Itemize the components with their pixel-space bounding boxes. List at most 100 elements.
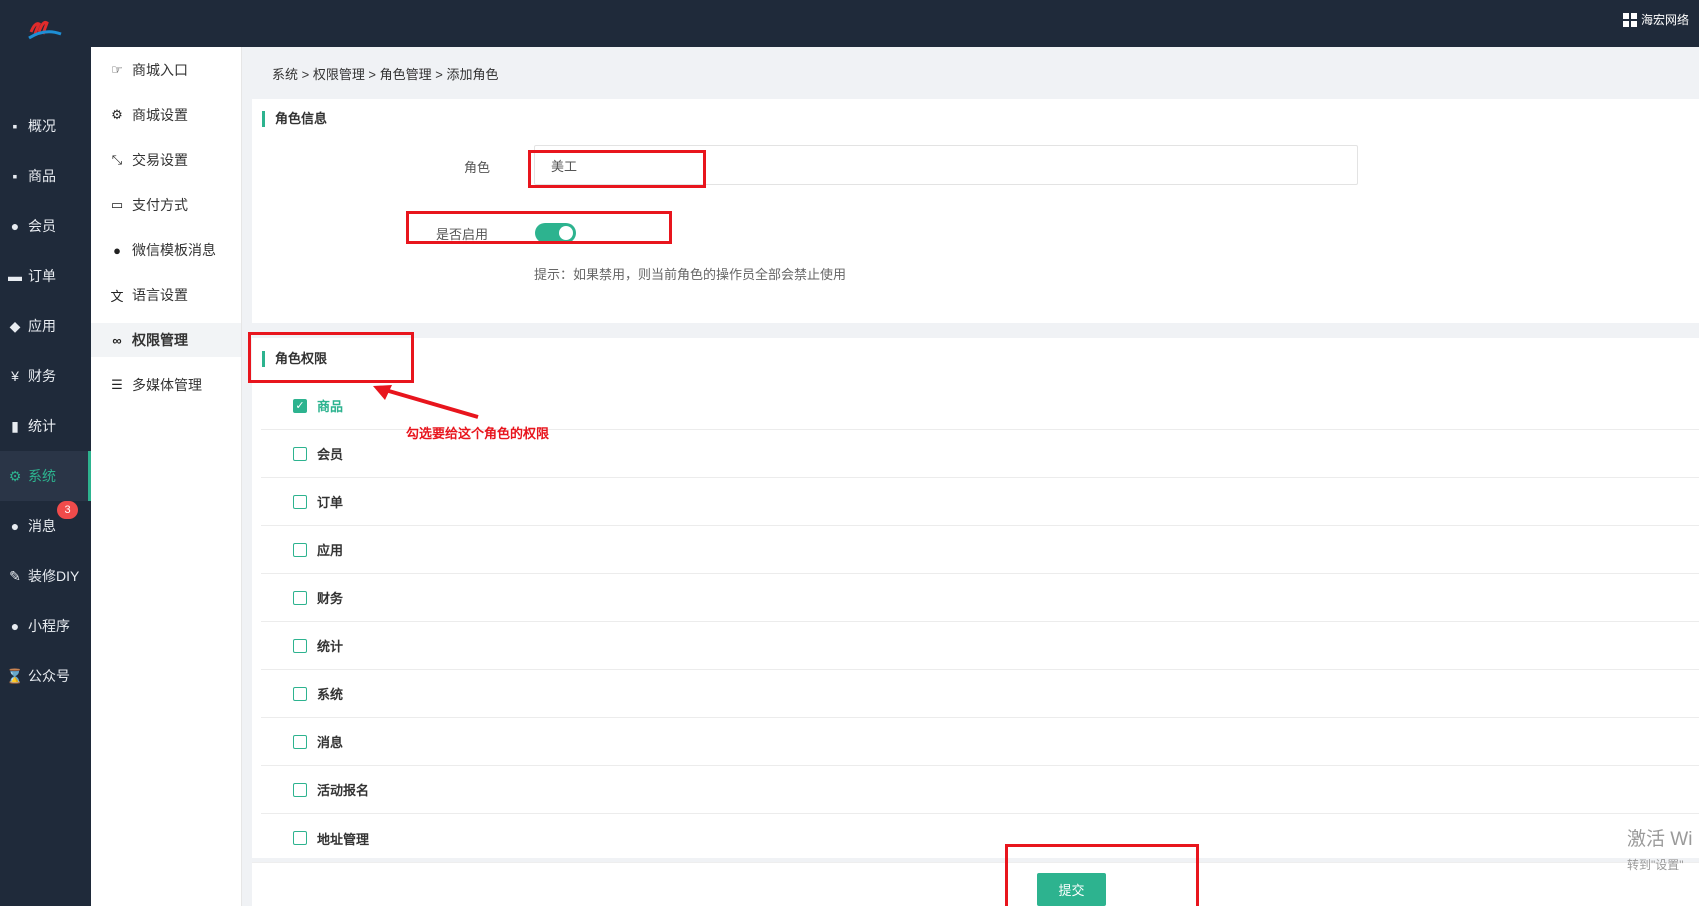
sidebar-item-label: 系统 [28, 468, 56, 484]
secondary-sidebar: ☞ 商城入口 ⚙ 商城设置 ⤡ 交易设置 ▭ 支付方式 ● 微信模板消息 文 语… [91, 47, 242, 906]
permission-label: 会员 [317, 447, 344, 462]
permission-row-orders[interactable]: 订单 [261, 478, 1699, 526]
subnav-label: 商城入口 [132, 62, 188, 78]
permission-row-system[interactable]: 系统 [261, 670, 1699, 718]
permission-row-apps[interactable]: 应用 [261, 526, 1699, 574]
sidebar-item-statistics[interactable]: ▮ 统计 [0, 401, 91, 451]
subnav-shop-entry[interactable]: ☞ 商城入口 [91, 53, 241, 87]
subnav-label: 支付方式 [132, 197, 188, 213]
users-icon: ● [10, 218, 20, 234]
annotation-text: 勾选要给这个角色的权限 [406, 426, 550, 441]
gavel-icon: ✎ [9, 567, 21, 584]
sidebar-item-finance[interactable]: ¥ 财务 [0, 351, 91, 401]
subnav-payment[interactable]: ▭ 支付方式 [91, 188, 241, 222]
sidebar-item-label: 概况 [28, 118, 56, 134]
activation-watermark: 激活 Wi [1627, 829, 1693, 850]
role-label: 角色 [464, 160, 491, 175]
permission-label: 订单 [317, 495, 344, 510]
credit-card-icon: ▭ [110, 197, 124, 212]
permission-row-event-signup[interactable]: 活动报名 [261, 766, 1699, 814]
wechat-icon: ● [10, 618, 20, 634]
permission-label: 消息 [317, 735, 344, 750]
sidebar-item-members[interactable]: ● 会员 [0, 201, 91, 251]
sidebar-item-apps[interactable]: ◆ 应用 [0, 301, 91, 351]
annotation-arrow-icon [373, 385, 479, 419]
sidebar-item-official-account[interactable]: ⌛ 公众号 [0, 651, 91, 701]
permission-label: 系统 [317, 687, 344, 702]
list-icon: ☰ [111, 377, 123, 392]
permission-row-statistics[interactable]: 统计 [261, 622, 1699, 670]
brand-logo[interactable] [25, 18, 65, 44]
checkbox-icon[interactable] [293, 831, 307, 845]
compress-icon: ⤡ [111, 152, 123, 167]
sidebar-item-label: 商品 [28, 168, 56, 184]
user-label: 海宏网络 [1640, 13, 1689, 27]
checkbox-icon[interactable] [293, 686, 307, 701]
checkbox-checked-icon[interactable]: ✓ [293, 398, 307, 413]
subnav-label: 商城设置 [132, 107, 188, 123]
sidebar-item-orders[interactable]: ▬ 订单 [0, 251, 91, 301]
permission-label: 商品 [317, 399, 344, 414]
wechat-icon: ● [113, 242, 121, 258]
hand-pointer-icon: ☞ [111, 62, 123, 77]
checkbox-icon[interactable] [293, 734, 307, 749]
sidebar-item-overview[interactable]: ▪ 概况 [0, 101, 91, 151]
sidebar-item-goods[interactable]: ▪ 商品 [0, 151, 91, 201]
subnav-permissions[interactable]: ∞ 权限管理 [91, 323, 241, 357]
top-bar: 海宏网络 [0, 0, 1699, 47]
cubes-icon: ◆ [9, 317, 21, 334]
sidebar-item-miniprogram[interactable]: ● 小程序 [0, 601, 91, 651]
user-menu[interactable]: 海宏网络 [1622, 11, 1689, 28]
checkbox-icon[interactable] [293, 494, 307, 509]
subnav-media[interactable]: ☰ 多媒体管理 [91, 368, 241, 402]
language-icon: 文 [110, 288, 124, 304]
subnav-trade-settings[interactable]: ⤡ 交易设置 [91, 143, 241, 177]
breadcrumb: 系统 > 权限管理 > 角色管理 > 添加角色 [272, 67, 499, 82]
sidebar-item-label: 财务 [28, 368, 56, 384]
subnav-label: 权限管理 [132, 332, 188, 348]
mask-icon: ∞ [112, 332, 122, 348]
sidebar-item-label: 装修DIY [28, 568, 80, 584]
permission-label: 财务 [317, 591, 344, 606]
permission-row-address[interactable]: 地址管理 [261, 814, 1699, 862]
archive-icon: ▪ [12, 118, 18, 134]
annotation-box-role [528, 150, 706, 188]
cogs-icon: ⚙ [8, 467, 22, 484]
subnav-label: 多媒体管理 [132, 377, 202, 393]
checkbox-icon[interactable] [293, 638, 307, 653]
permission-label: 应用 [317, 543, 344, 558]
sidebar-item-system[interactable]: ⚙ 系统 [0, 451, 91, 501]
form-footer [252, 862, 1699, 906]
sidebar-item-label: 统计 [28, 418, 56, 434]
checkbox-icon[interactable] [293, 782, 307, 797]
subnav-label: 微信模板消息 [132, 242, 216, 258]
permission-label: 地址管理 [317, 831, 370, 847]
bar-chart-icon: ▮ [11, 417, 19, 434]
annotation-box-permissions [248, 332, 414, 383]
sidebar-item-decoration[interactable]: ✎ 装修DIY [0, 551, 91, 601]
sidebar-item-messages[interactable]: ● 消息 3 [0, 501, 91, 551]
checkbox-icon[interactable] [293, 446, 307, 461]
subnav-shop-settings[interactable]: ⚙ 商城设置 [91, 98, 241, 132]
gear-icon: ⚙ [111, 107, 123, 122]
annotation-box-enable [406, 211, 672, 244]
enable-hint: 提示：如果禁用，则当前角色的操作员全部会禁止使用 [534, 267, 847, 282]
permission-label: 统计 [317, 639, 344, 654]
subnav-wechat-template[interactable]: ● 微信模板消息 [91, 233, 241, 267]
sidebar-item-label: 消息 [28, 518, 56, 534]
permission-row-messages[interactable]: 消息 [261, 718, 1699, 766]
sidebar-item-label: 小程序 [28, 618, 70, 634]
sidebar-item-label: 会员 [28, 218, 56, 234]
checkbox-icon[interactable] [293, 542, 307, 557]
subnav-language[interactable]: 文 语言设置 [91, 278, 241, 312]
primary-sidebar: ▪ 概况 ▪ 商品 ● 会员 ▬ 订单 ◆ 应用 ¥ 财务 ▮ 统计 ⚙ 系统 … [0, 47, 91, 906]
sidebar-item-label: 公众号 [28, 668, 70, 684]
checkbox-icon[interactable] [293, 590, 307, 605]
subnav-label: 语言设置 [132, 287, 188, 303]
cart-icon: ▬ [8, 268, 22, 284]
section-title-role-info: 角色信息 [262, 111, 327, 127]
annotation-box-submit [1005, 844, 1199, 906]
permission-row-finance[interactable]: 财务 [261, 574, 1699, 622]
yen-icon: ¥ [11, 368, 19, 384]
comment-icon: ● [10, 518, 20, 534]
